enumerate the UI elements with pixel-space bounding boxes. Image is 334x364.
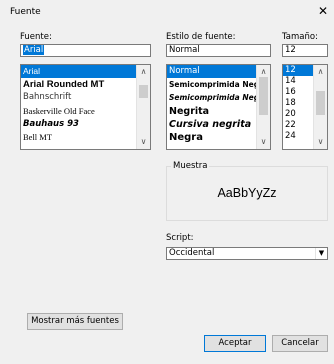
size-list[interactable]: 12 14 16 18 20 22 24 ∧ ∨ — [282, 64, 328, 150]
scroll-thumb[interactable] — [139, 85, 148, 98]
style-item-negra[interactable]: Negra — [167, 131, 270, 144]
style-item-semicomprimida-negrita-cursiva[interactable]: Semicomprimida Neg — [167, 91, 270, 104]
chevron-down-icon[interactable]: ▼ — [315, 248, 327, 259]
font-item-arial[interactable]: Arial — [21, 65, 150, 79]
ok-button[interactable]: Aceptar — [204, 335, 266, 352]
font-list-scrollbar[interactable]: ∧ ∨ — [136, 65, 150, 149]
style-list[interactable]: Normal Semicomprimida Neg Semicomprimida… — [166, 64, 271, 150]
font-item-arial-rounded-mt[interactable]: Arial Rounded MT — [21, 78, 150, 91]
window-title: Fuente — [10, 7, 41, 17]
script-label: Script: — [166, 233, 194, 243]
close-icon[interactable]: ✕ — [318, 5, 328, 17]
scroll-up-icon[interactable]: ∧ — [314, 67, 327, 77]
size-label: Tamaño: — [282, 32, 318, 42]
style-item-normal[interactable]: Normal — [167, 65, 270, 79]
style-item-semicomprimida-negrita[interactable]: Semicomprimida Neg — [167, 78, 270, 91]
scroll-thumb[interactable] — [316, 91, 325, 115]
style-item-cursiva-negrita[interactable]: Cursiva negrita — [167, 118, 270, 131]
size-input[interactable]: 12 — [282, 44, 328, 57]
scroll-down-icon[interactable]: ∨ — [137, 137, 150, 147]
font-item-bauhaus-93[interactable]: Bauhaus 93 — [21, 118, 150, 131]
style-list-scrollbar[interactable]: ∧ ∨ — [256, 65, 270, 149]
show-more-fonts-button[interactable]: Mostrar más fuentes — [27, 313, 123, 330]
font-item-bell-mt[interactable]: Bell MT — [21, 131, 150, 144]
font-input-value: Arial — [23, 45, 45, 55]
style-label: Estilo de fuente: — [166, 32, 236, 42]
style-item-negrita[interactable]: Negrita — [167, 105, 270, 118]
font-label: Fuente: — [20, 32, 52, 42]
scroll-down-icon[interactable]: ∨ — [314, 137, 327, 147]
font-item-baskerville-old-face[interactable]: Baskerville Old Face — [21, 105, 150, 118]
font-input[interactable]: Arial — [20, 44, 151, 57]
cancel-button[interactable]: Cancelar — [272, 335, 328, 352]
style-input[interactable]: Normal — [166, 44, 271, 57]
sample-label: Muestra — [171, 161, 210, 171]
sample-text: AaBbYyZz — [217, 186, 277, 200]
scroll-up-icon[interactable]: ∧ — [257, 67, 270, 77]
size-list-scrollbar[interactable]: ∧ ∨ — [313, 65, 327, 149]
scroll-up-icon[interactable]: ∧ — [137, 67, 150, 77]
script-select[interactable]: Occidental ▼ — [166, 247, 328, 260]
font-list[interactable]: Arial Arial Rounded MT Bahnschrift Baske… — [20, 64, 151, 150]
script-value: Occidental — [169, 248, 215, 258]
scroll-down-icon[interactable]: ∨ — [257, 137, 270, 147]
font-item-bahnschrift[interactable]: Bahnschrift — [21, 91, 150, 104]
scroll-thumb[interactable] — [259, 77, 268, 115]
